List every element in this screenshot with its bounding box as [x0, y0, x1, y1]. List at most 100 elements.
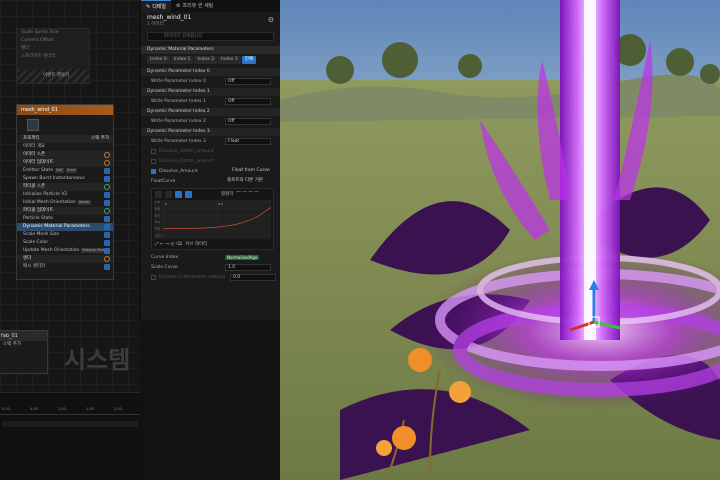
stack-row-tag[interactable]: Vector — [77, 200, 91, 205]
add-module-icon[interactable] — [104, 256, 110, 262]
enabled-checkbox-icon[interactable] — [104, 240, 110, 246]
event-handler-bar[interactable]: 이벤트 핸들러 — [17, 69, 89, 83]
add-module-icon[interactable] — [104, 160, 110, 166]
stack-row[interactable]: Spawn Burst Instantaneous — [17, 175, 113, 183]
curve-tool-button[interactable] — [155, 190, 162, 198]
random-input[interactable]: 0.0 — [230, 273, 276, 281]
param-group-header[interactable]: Dynamic Parameter Index 2 — [141, 108, 280, 116]
index-tab-3[interactable]: Index 3 — [218, 56, 241, 64]
add-module-icon[interactable] — [104, 152, 110, 158]
curve-index-tag[interactable]: NormalizedAge — [225, 254, 260, 260]
param-row: Write Parameter Index 1 Off — [141, 96, 280, 106]
node-row[interactable]: 렌더 — [17, 45, 89, 53]
row-checkbox[interactable] — [151, 158, 156, 164]
enabled-checkbox-icon[interactable] — [104, 168, 110, 174]
param-group-header[interactable]: Dynamic Parameter Index 3 — [141, 128, 280, 136]
stack-row[interactable]: 파티클 업데이트 — [17, 207, 113, 215]
param-dropdown[interactable]: Float — [225, 137, 271, 145]
stack-row[interactable]: 이미터 스폰 — [17, 151, 113, 159]
node-row[interactable]: 스프라이트 렌더러 — [17, 53, 89, 61]
curve-tool-button[interactable] — [165, 190, 172, 198]
add-stack-link[interactable]: 스택 추가 — [91, 135, 109, 143]
emitter-title[interactable]: mesh_wind_01 — [17, 105, 113, 115]
row-checkbox[interactable] — [151, 148, 156, 154]
stack-row[interactable]: Dynamic Material Parameters — [17, 223, 113, 231]
enabled-checkbox-icon[interactable] — [104, 264, 110, 270]
enabled-checkbox-icon[interactable] — [104, 232, 110, 238]
tab-details[interactable]: ✎ 디테일 — [141, 0, 172, 12]
emitter-count: 1 이미터 — [147, 22, 164, 27]
add-module-icon[interactable] — [104, 184, 110, 190]
curve-tool-button[interactable] — [175, 190, 182, 198]
tab-preview-scene[interactable]: ⚙ 프리뷰 씬 세팅 — [171, 0, 218, 12]
stack-row[interactable]: Emitter State Self Once — [17, 167, 113, 175]
curve-tool-button[interactable] — [185, 190, 192, 198]
emitter-node[interactable]: mesh_wind_01 프로퍼티 스택 추가 이미터 개요 이미터 스폰 이미터 업데… — [16, 104, 114, 280]
node-row[interactable]: Camera Offset — [17, 37, 89, 45]
curve-plot[interactable]: 1.00.80.50.30.0-0.300.51 — [154, 200, 274, 239]
stack-row[interactable]: 프로퍼티 스택 추가 — [17, 135, 113, 143]
second-emitter-node[interactable]: fab_01 스택 추가 — [0, 330, 48, 374]
curve-data-label[interactable]: 커브 데이터 — [185, 241, 207, 247]
index-tab-all[interactable]: 전체 — [241, 56, 257, 64]
stack-row-tag[interactable]: Self — [54, 168, 64, 173]
param-group-header[interactable]: Dynamic Parameter Index 1 — [141, 88, 280, 96]
curve-flatten-label[interactable]: 평평하 — [221, 191, 233, 197]
curve-graph[interactable]: 1.00.80.50.30.0-0.300.51 — [154, 200, 274, 239]
scale-curve-input[interactable]: 1.0 — [225, 263, 271, 271]
curve-nav-icons[interactable]: ⤢ ← → ◎ ⌫ — [155, 241, 182, 247]
timeline-panel[interactable]: 0.00 0.50 1.00 1.50 2.00 — [0, 392, 140, 480]
index-tab-0[interactable]: Index 0 — [147, 56, 170, 64]
stack-row[interactable]: 이미터 업데이트 — [17, 159, 113, 167]
second-emitter-title[interactable]: fab_01 — [0, 331, 47, 341]
stack-row[interactable]: Particle State — [17, 215, 113, 223]
timeline-track[interactable] — [2, 421, 138, 427]
index-tab-2[interactable]: Index 2 — [194, 56, 218, 64]
dissolve-checkbox[interactable] — [151, 168, 156, 174]
node-graph[interactable]: Scale Sprite Size Camera Offset 렌더 스프라이트… — [0, 0, 140, 480]
enabled-checkbox-icon[interactable] — [104, 192, 110, 198]
search-input[interactable]: 파라미터 검색합니다 — [147, 32, 274, 41]
enabled-checkbox-icon[interactable] — [104, 200, 110, 206]
section-header[interactable]: Dynamic Material Parameters — [141, 46, 280, 54]
float-curve-type[interactable]: 플로트의 다른 기본 — [225, 178, 271, 185]
stack-row[interactable]: 파티클 스폰 — [17, 183, 113, 191]
stack-row[interactable]: Update Mesh Orientation Rotation Rate — [17, 247, 113, 255]
param-group-header[interactable]: Dynamic Parameter Index 0 — [141, 68, 280, 76]
index-tab-1[interactable]: Index 1 — [170, 56, 194, 64]
enabled-checkbox-icon[interactable] — [104, 224, 110, 230]
enabled-checkbox-icon[interactable] — [104, 216, 110, 222]
upper-emitter-node[interactable]: Scale Sprite Size Camera Offset 렌더 스프라이트… — [16, 28, 90, 84]
stack-row-label: Update Mesh Orientation — [23, 248, 80, 253]
stack-row[interactable]: 렌더 — [17, 255, 113, 263]
stack-row[interactable]: 메시 렌더러 — [17, 263, 113, 271]
param-dropdown[interactable]: Off — [225, 77, 271, 85]
param-label: Write Parameter Index 3 — [151, 138, 206, 144]
curve-editor[interactable]: 평평하 ⌒ ⌒ ⌒ ⌒ 1.00.80.50.30.0-0.300.51 ⤢ ←… — [151, 188, 274, 250]
settings-gear-icon[interactable]: ⚙ — [268, 16, 274, 24]
param-dropdown[interactable]: Off — [225, 97, 271, 105]
enabled-checkbox-icon[interactable] — [104, 248, 110, 254]
stack-row[interactable]: Scale Mesh Size — [17, 231, 113, 239]
node-row[interactable]: Scale Sprite Size — [17, 29, 89, 37]
random-checkbox[interactable] — [151, 274, 156, 280]
preview-viewport[interactable] — [280, 0, 720, 480]
add-stack-row[interactable]: 스택 추가 — [0, 341, 47, 349]
stack-row-label: 프로퍼티 — [23, 136, 40, 141]
timeline-ruler[interactable]: 0.00 0.50 1.00 1.50 2.00 — [0, 407, 140, 415]
stack-row-tag[interactable]: Once — [65, 168, 77, 173]
stack-row[interactable]: Initialize Particle V2 — [17, 191, 113, 199]
stack-row[interactable]: Initial Mesh Orientation Vector — [17, 199, 113, 207]
timeline-tick: 1.50 — [86, 407, 94, 411]
param-dropdown[interactable]: Off — [225, 117, 271, 125]
stack-row[interactable]: 이미터 개요 — [17, 143, 113, 151]
random-label: Random 0 Parameter without — [159, 274, 226, 280]
stack-row-label: Emitter State — [23, 168, 53, 173]
dissolve-row: Dissolve_Amount Float from Curve — [141, 166, 280, 176]
tangent-icons[interactable]: ⌒ ⌒ ⌒ ⌒ — [236, 191, 258, 197]
enabled-checkbox-icon[interactable] — [104, 176, 110, 182]
stack-row[interactable]: Scale Color — [17, 239, 113, 247]
dissolve-mode[interactable]: Float from Curve — [230, 168, 276, 175]
add-module-icon[interactable] — [104, 208, 110, 214]
viewport-scene[interactable] — [280, 0, 720, 480]
